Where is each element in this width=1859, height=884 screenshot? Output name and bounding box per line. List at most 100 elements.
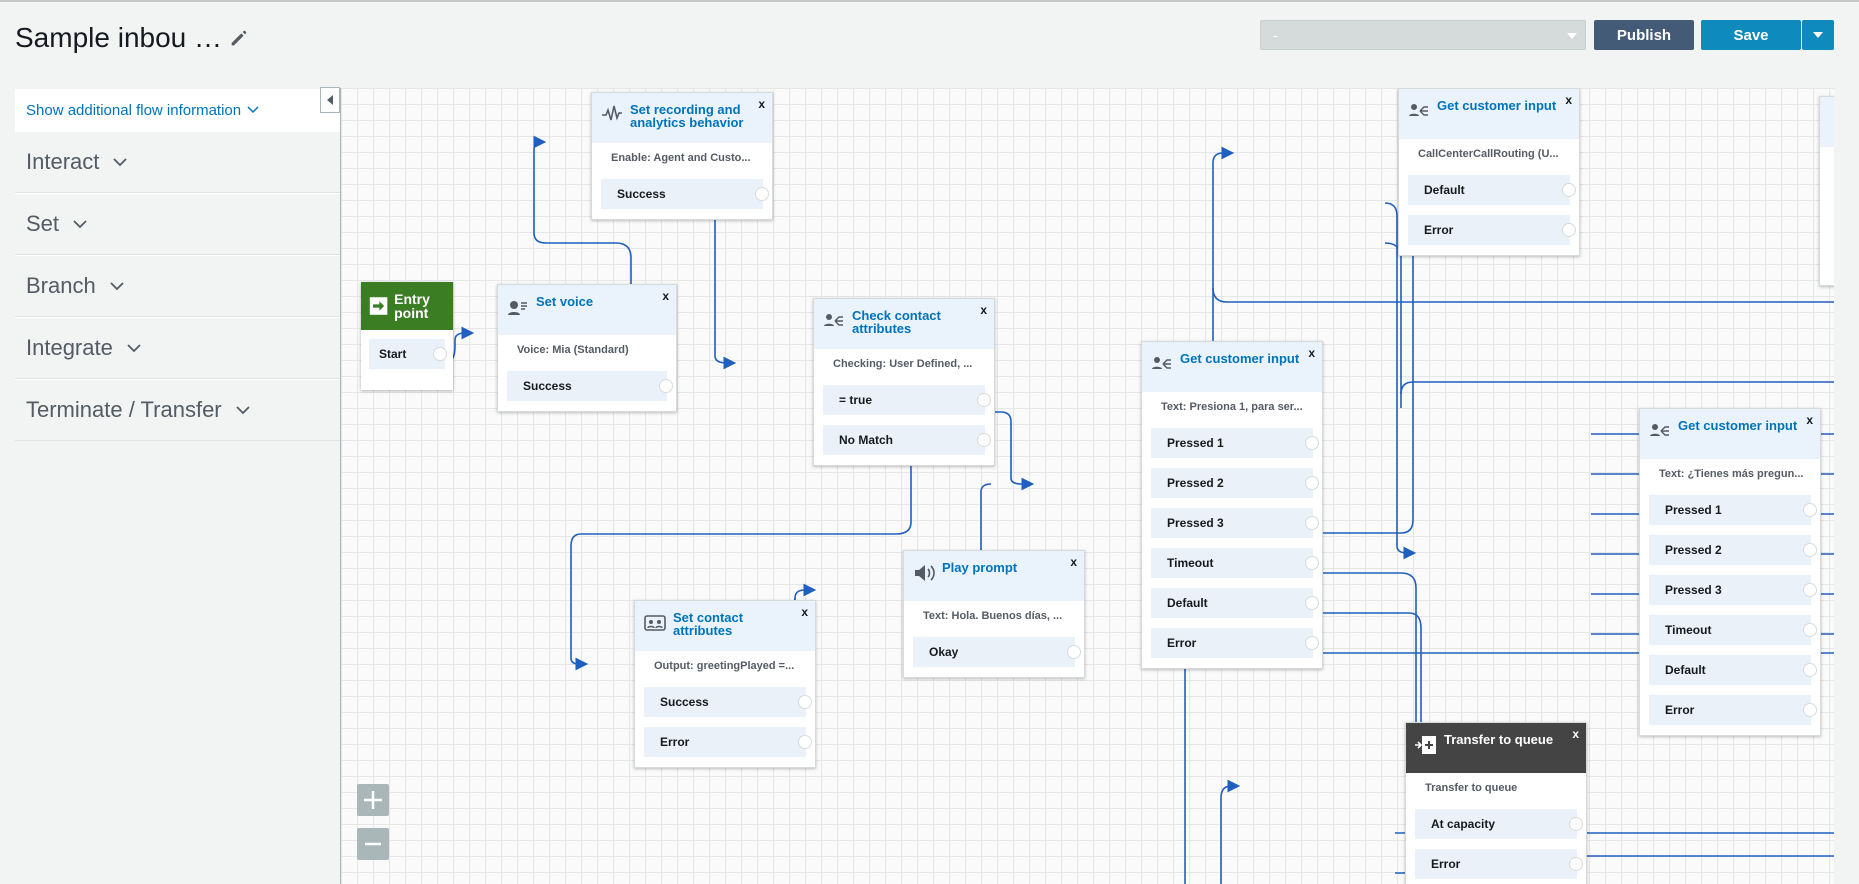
block-set-contact-attributes[interactable]: Set contact attributes x Output: greetin…	[634, 600, 816, 768]
block-offscreen[interactable]	[1819, 96, 1834, 286]
connector-handle[interactable]	[1305, 556, 1319, 570]
connector-handle[interactable]	[1305, 516, 1319, 530]
customer-input-icon	[1409, 104, 1428, 116]
close-icon[interactable]: x	[1070, 555, 1077, 569]
connector-handle[interactable]	[755, 187, 769, 201]
connector-handle[interactable]	[1569, 817, 1583, 831]
connector-handle[interactable]	[798, 695, 812, 709]
connector-handle[interactable]	[1803, 543, 1817, 557]
category-label: Set	[26, 211, 60, 236]
block-check-contact-attributes[interactable]: Check contact attributes x Checking: Use…	[813, 298, 995, 466]
category-terminate-transfer[interactable]: Terminate / Transfer	[15, 379, 340, 441]
connector-handle[interactable]	[1305, 476, 1319, 490]
show-flow-info-link[interactable]: Show additional flow information	[15, 89, 340, 131]
connector-handle[interactable]	[1562, 223, 1576, 237]
branch-timeout[interactable]: Timeout	[1649, 615, 1817, 645]
branch-pressed-2[interactable]: Pressed 2	[1151, 468, 1319, 498]
version-select[interactable]: -	[1260, 20, 1586, 50]
branch-pressed-1[interactable]: Pressed 1	[1151, 428, 1319, 458]
wire	[1400, 381, 1834, 395]
close-icon[interactable]: x	[758, 97, 765, 111]
contact-attributes-icon	[644, 615, 666, 631]
block-entry-point[interactable]: Entry point Start	[361, 282, 453, 390]
chevron-down-icon	[236, 405, 250, 414]
close-icon[interactable]: x	[662, 289, 669, 303]
publish-button[interactable]: Publish	[1594, 20, 1694, 50]
connector-handle[interactable]	[1067, 645, 1081, 659]
close-icon[interactable]: x	[980, 303, 987, 317]
collapse-sidebar-button[interactable]	[320, 87, 340, 113]
zoom-in-button[interactable]	[357, 784, 389, 816]
close-icon[interactable]: x	[1806, 413, 1813, 427]
category-branch[interactable]: Branch	[15, 255, 340, 317]
category-integrate[interactable]: Integrate	[15, 317, 340, 379]
close-icon[interactable]: x	[1308, 346, 1315, 360]
connector-handle[interactable]	[1803, 583, 1817, 597]
block-transfer-to-queue[interactable]: Transfer to queue x Transfer to queue At…	[1405, 722, 1587, 884]
chevron-down-icon	[113, 157, 128, 166]
branch-pressed-3[interactable]: Pressed 3	[1151, 508, 1319, 538]
branch-label: Timeout	[1167, 556, 1214, 570]
block-set-recording[interactable]: Set recording and analytics behavior x E…	[591, 92, 773, 220]
branch-success[interactable]: Success	[507, 371, 673, 401]
block-header: Entry point	[361, 282, 453, 330]
branch-default[interactable]: Default	[1151, 588, 1319, 618]
close-icon[interactable]: x	[1565, 93, 1572, 107]
branch-okay[interactable]: Okay	[913, 637, 1081, 667]
branch-at-capacity[interactable]: At capacity	[1415, 809, 1583, 839]
connector-handle[interactable]	[1803, 703, 1817, 717]
save-button[interactable]: Save	[1701, 20, 1801, 50]
category-interact[interactable]: Interact	[15, 131, 340, 193]
block-set-voice[interactable]: Set voice x Voice: Mia (Standard) Succes…	[497, 284, 677, 412]
connector-handle[interactable]	[1305, 596, 1319, 610]
close-icon[interactable]: x	[801, 605, 808, 619]
branch-pressed-3[interactable]: Pressed 3	[1649, 575, 1817, 605]
branch-label: Pressed 2	[1167, 476, 1224, 490]
pencil-icon[interactable]	[228, 27, 250, 49]
block-description: Transfer to queue	[1425, 782, 1518, 794]
connector-handle[interactable]	[977, 433, 991, 447]
connector-handle[interactable]	[1305, 636, 1319, 650]
branch-error[interactable]: Error	[1408, 215, 1576, 245]
block-get-customer-input-routing[interactable]: Get customer input x CallCenterCallRouti…	[1398, 88, 1580, 256]
connector-handle[interactable]	[1803, 623, 1817, 637]
connector-handle[interactable]	[1562, 183, 1576, 197]
waveform-icon	[602, 105, 622, 121]
branch-timeout[interactable]: Timeout	[1151, 548, 1319, 578]
block-get-customer-input-more-questions[interactable]: Get customer input x Text: ¿Tienes más p…	[1639, 408, 1821, 736]
branch-default[interactable]: Default	[1408, 175, 1576, 205]
save-options-button[interactable]	[1802, 20, 1834, 50]
category-label: Terminate / Transfer	[26, 397, 222, 422]
flow-canvas[interactable]: Entry point Start Set voice x Voice: Mia…	[340, 88, 1834, 884]
branch-start[interactable]: Start	[369, 339, 447, 369]
branch-error[interactable]: Error	[1151, 628, 1319, 658]
connector-handle[interactable]	[1305, 436, 1319, 450]
category-set[interactable]: Set	[15, 193, 340, 255]
branch-success[interactable]: Success	[601, 179, 769, 209]
flow-title[interactable]: Sample inbou …	[15, 22, 250, 54]
branch-default[interactable]: Default	[1649, 655, 1817, 685]
block-header: Set voice	[498, 285, 676, 335]
block-play-prompt[interactable]: Play prompt x Text: Hola. Buenos días, .…	[903, 550, 1085, 678]
block-get-customer-input[interactable]: Get customer input x Text: Presiona 1, p…	[1141, 341, 1323, 669]
branch-error[interactable]: Error	[1415, 849, 1583, 879]
branch-no-match[interactable]: No Match	[823, 425, 991, 455]
branch-error[interactable]: Error	[644, 727, 812, 757]
connector-handle[interactable]	[1569, 857, 1583, 871]
connector-handle[interactable]	[659, 379, 673, 393]
branch-pressed-1[interactable]: Pressed 1	[1649, 495, 1817, 525]
branch-pressed-2[interactable]: Pressed 2	[1649, 535, 1817, 565]
close-icon[interactable]: x	[1572, 727, 1579, 741]
branch-true[interactable]: = true	[823, 385, 991, 415]
connector-handle[interactable]	[1803, 663, 1817, 677]
branch-success[interactable]: Success	[644, 687, 812, 717]
category-label: Branch	[26, 273, 96, 298]
branch-error[interactable]: Error	[1649, 695, 1817, 725]
connector-handle[interactable]	[798, 735, 812, 749]
connector-handle[interactable]	[1803, 503, 1817, 517]
voice-icon	[508, 301, 527, 315]
zoom-out-button[interactable]	[357, 828, 389, 860]
connector-handle[interactable]	[433, 347, 447, 361]
connector-handle[interactable]	[977, 393, 991, 407]
block-description: Voice: Mia (Standard)	[517, 344, 629, 356]
